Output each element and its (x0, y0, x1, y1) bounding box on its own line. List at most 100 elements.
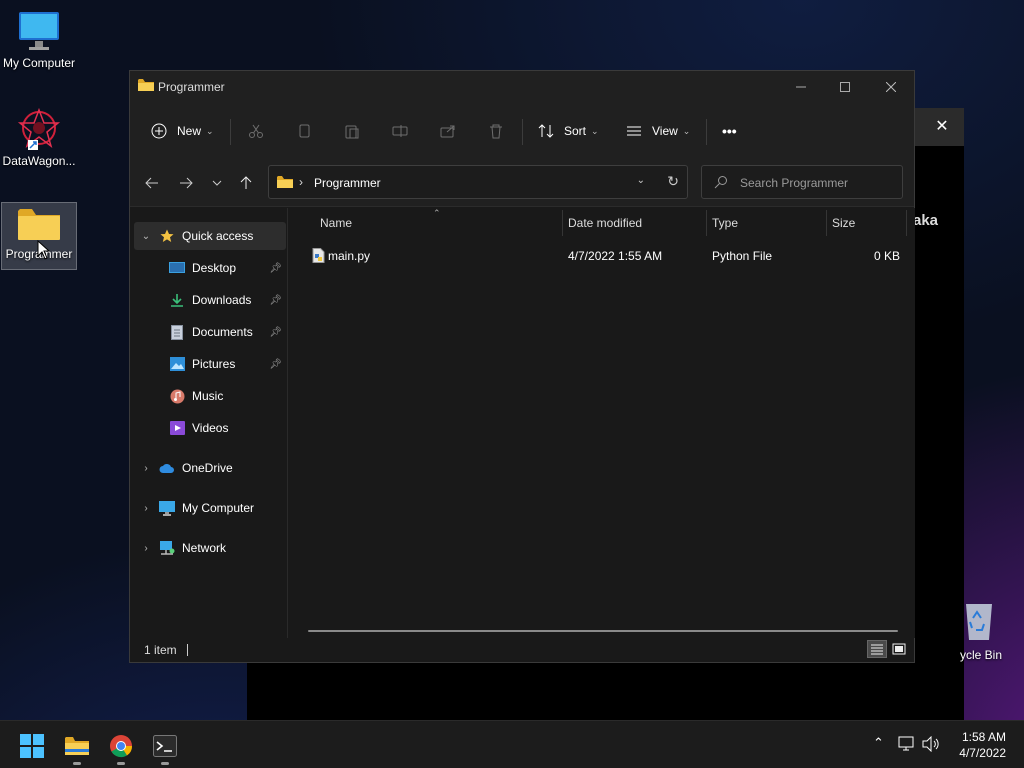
rename-button[interactable] (392, 117, 408, 145)
back-button[interactable] (140, 171, 164, 195)
large-icons-view-button[interactable] (889, 640, 909, 658)
running-indicator (73, 762, 81, 765)
chevron-right-icon[interactable]: › (138, 543, 154, 554)
nav-quick-access[interactable]: ⌄ Quick access (134, 222, 286, 250)
file-date: 4/7/2022 1:55 AM (568, 249, 663, 263)
desktop-icon-recycle-bin[interactable]: ycle Bin (960, 596, 1024, 666)
background-window-text: aka (913, 212, 939, 229)
new-button[interactable]: New ⌄ (151, 117, 214, 145)
document-icon (168, 324, 186, 340)
pin-icon[interactable]: 📌︎ (269, 327, 282, 338)
close-icon[interactable]: ✕ (932, 117, 952, 137)
up-button[interactable] (234, 171, 258, 195)
maximize-button[interactable] (822, 71, 868, 103)
toolbar-divider (522, 119, 523, 145)
column-header-name[interactable]: Name (314, 208, 562, 238)
status-bar: 1 item (130, 638, 914, 662)
nav-item-label: Downloads (192, 293, 252, 307)
nav-item-onedrive[interactable]: › OneDrive (134, 454, 286, 482)
mouse-cursor-icon (37, 240, 51, 260)
chevron-down-icon (212, 180, 222, 186)
delete-button[interactable] (488, 117, 504, 145)
chevron-down-icon[interactable]: ⌄ (637, 175, 645, 186)
column-header-type[interactable]: Type (706, 208, 826, 238)
network-status-icon[interactable] (898, 736, 916, 752)
copy-button[interactable] (296, 117, 312, 145)
desktop-icon-label: DataWagon... (2, 154, 76, 168)
table-row[interactable]: main.py 4/7/2022 1:55 AM Python File 0 K… (304, 244, 904, 268)
picture-icon (168, 356, 186, 372)
show-hidden-icons-icon[interactable]: ⌃ (873, 735, 884, 751)
horizontal-scrollbar[interactable] (308, 630, 898, 632)
scissors-icon (249, 124, 263, 138)
nav-item-documents[interactable]: Documents 📌︎ (134, 318, 286, 346)
volume-icon[interactable] (922, 736, 940, 752)
title-bar[interactable]: Programmer (130, 71, 914, 103)
cut-button[interactable] (248, 117, 264, 145)
close-button[interactable] (868, 71, 914, 103)
search-input[interactable] (740, 174, 890, 192)
breadcrumb[interactable]: Programmer (314, 176, 381, 190)
paste-button[interactable] (344, 117, 360, 145)
forward-button[interactable] (174, 171, 198, 195)
column-header-date[interactable]: Date modified (562, 208, 706, 238)
trash-icon (490, 124, 502, 139)
desktop-icon-label: My Computer (2, 56, 76, 70)
taskbar-chrome[interactable] (104, 729, 138, 765)
taskbar-terminal[interactable] (148, 729, 182, 765)
nav-item-pictures[interactable]: Pictures 📌︎ (134, 350, 286, 378)
minimize-button[interactable] (778, 71, 824, 103)
recent-locations-button[interactable] (205, 171, 229, 195)
chevron-down-icon: ⌄ (591, 125, 599, 136)
nav-item-my-computer[interactable]: › My Computer (134, 494, 286, 522)
window-title: Programmer (158, 80, 225, 94)
details-view-button[interactable] (867, 640, 887, 658)
nav-item-desktop[interactable]: Desktop 📌︎ (134, 254, 286, 282)
datawagon-icon (17, 107, 61, 150)
maximize-icon (840, 82, 850, 92)
desktop-icon-label: ycle Bin (960, 648, 1003, 662)
desktop-icon-datawagon[interactable]: DataWagon... (1, 106, 77, 168)
toolbar-divider (706, 119, 707, 145)
refresh-icon[interactable]: ↻ (667, 173, 679, 190)
sort-button[interactable]: Sort ⌄ (538, 117, 599, 145)
system-clock[interactable]: 1:58 AM 4/7/2022 (959, 729, 1006, 761)
folder-icon (277, 176, 293, 188)
view-button[interactable]: View ⌄ (626, 117, 690, 145)
chevron-right-icon[interactable]: › (138, 503, 154, 514)
column-header-label: Name (320, 216, 353, 230)
taskbar-file-explorer[interactable] (60, 729, 94, 765)
column-header-size[interactable]: Size (826, 208, 906, 238)
pin-icon[interactable]: 📌︎ (269, 263, 282, 274)
column-divider[interactable] (906, 210, 907, 236)
pin-icon[interactable]: 📌︎ (269, 295, 282, 306)
chevron-down-icon[interactable]: ⌄ (138, 231, 154, 242)
desktop-icon-my-computer[interactable]: My Computer (1, 8, 77, 70)
nav-item-network[interactable]: › Network (134, 534, 286, 562)
taskbar: ⌃ 1:58 AM 4/7/2022 (0, 720, 1024, 768)
share-button[interactable] (440, 117, 456, 145)
nav-item-label: Pictures (192, 357, 236, 371)
minimize-icon (796, 86, 806, 88)
clock-time: 1:58 AM (961, 730, 1006, 744)
chevron-right-icon[interactable]: › (138, 463, 154, 474)
navigation-pane: ⌄ Quick access Desktop 📌︎ Downloads 📌︎ D… (130, 208, 288, 638)
nav-item-videos[interactable]: Videos (134, 414, 286, 442)
folder-icon (65, 737, 89, 755)
nav-item-downloads[interactable]: Downloads 📌︎ (134, 286, 286, 314)
windows-logo-icon (20, 734, 44, 758)
nav-item-music[interactable]: Music (134, 382, 286, 410)
column-header-label: Date modified (568, 216, 643, 230)
view-button-label: View (652, 124, 678, 138)
more-options-button[interactable]: ••• (722, 117, 737, 145)
start-button[interactable] (15, 729, 49, 763)
pin-icon[interactable]: 📌︎ (269, 359, 282, 370)
address-bar[interactable]: › Programmer ⌄ ↻ (268, 165, 688, 199)
nav-item-label: Music (192, 389, 224, 403)
chrome-icon (110, 735, 133, 758)
command-bar: New ⌄ Sort ⌄ View ⌄ ••• (130, 103, 914, 159)
search-box[interactable] (701, 165, 903, 199)
share-icon (440, 125, 455, 138)
nav-item-label: Desktop (192, 261, 237, 275)
more-options-icon: ••• (722, 123, 737, 139)
